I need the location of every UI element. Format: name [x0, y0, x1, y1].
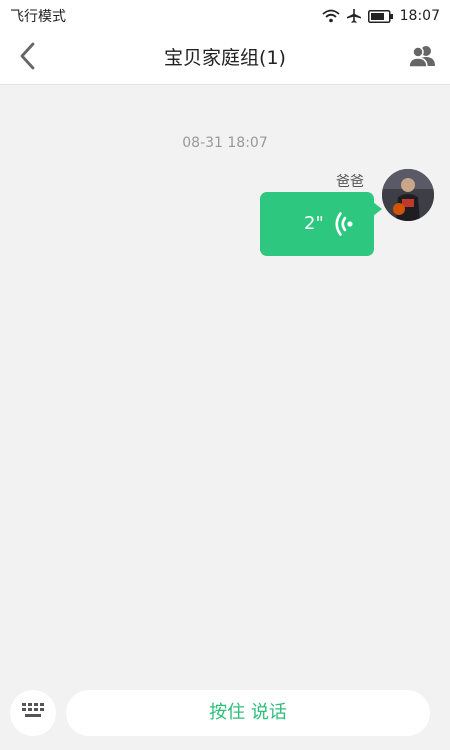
battery-icon [367, 9, 394, 23]
group-members-icon [408, 44, 436, 72]
status-bar: 飞行模式 18:07 [0, 0, 450, 32]
keyboard-icon [21, 702, 45, 724]
sender-name: 爸爸 [336, 174, 364, 190]
back-arrow-icon [18, 41, 38, 75]
back-button[interactable] [12, 42, 44, 74]
group-members-button[interactable] [406, 42, 438, 74]
hold-to-talk-button[interactable]: 按住 说话 [66, 690, 430, 736]
clock-time: 18:07 [399, 8, 440, 24]
keyboard-toggle-button[interactable] [10, 690, 56, 736]
message-timestamp: 08-31 18:07 [182, 135, 268, 151]
input-bar: 按住 说话 [0, 690, 450, 750]
nav-bar: 宝贝家庭组(1) [0, 32, 450, 85]
voice-wave-icon [334, 210, 356, 242]
airplane-mode-label: 飞行模式 [10, 9, 66, 25]
chat-area[interactable]: 08-31 18:07 爸爸 2" [0, 85, 450, 690]
page-title: 宝贝家庭组(1) [164, 47, 286, 69]
status-icons: 18:07 [322, 8, 440, 24]
voice-duration: 2" [304, 213, 324, 234]
wifi-icon [322, 9, 340, 23]
airplane-icon [346, 8, 362, 24]
avatar[interactable] [382, 169, 434, 221]
voice-message-bubble[interactable]: 2" [260, 192, 382, 256]
